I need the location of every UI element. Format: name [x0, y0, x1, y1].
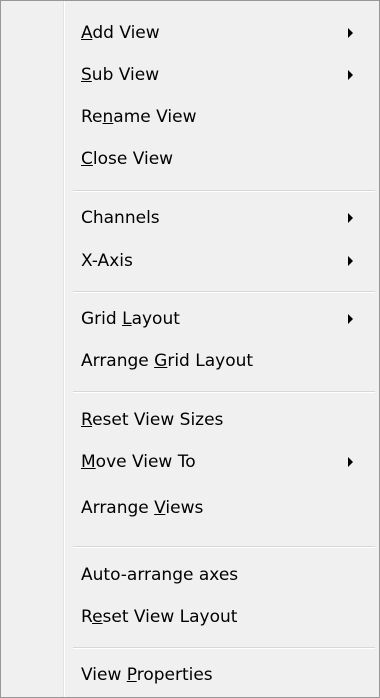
menu-item-label: Rename View	[81, 107, 197, 127]
menu-item-label: Auto-arrange axes	[81, 565, 239, 585]
submenu-arrow-icon	[348, 457, 353, 467]
menu-item-channels[interactable]: Channels	[65, 198, 379, 238]
menu-item-label: Arrange Grid Layout	[81, 351, 254, 371]
menu-separator	[73, 190, 375, 192]
submenu-arrow-icon	[348, 28, 353, 38]
menu-icon-gutter	[1, 1, 63, 697]
menu-item-sub-view[interactable]: Sub View	[65, 55, 379, 95]
menu-item-auto-arrange-axes[interactable]: Auto-arrange axes	[65, 555, 379, 595]
menu-item-arrange-views[interactable]: Arrange Views	[65, 488, 379, 528]
menu-item-arrange-grid-layout[interactable]: Arrange Grid Layout	[65, 341, 379, 381]
menu-item-label: X-Axis	[81, 251, 133, 271]
menu-item-move-view-to[interactable]: Move View To	[65, 442, 379, 482]
menu-item-label: Arrange Views	[81, 498, 204, 518]
menu-item-label: Grid Layout	[81, 309, 180, 329]
submenu-arrow-icon	[348, 256, 353, 266]
menu-item-label: Close View	[81, 149, 174, 169]
menu-separator	[73, 546, 375, 548]
menu-item-view-properties[interactable]: View Properties	[65, 655, 379, 695]
menu-separator	[73, 391, 375, 393]
menu-items: Add View Sub View Rename View Close View…	[65, 1, 379, 697]
menu-item-add-view[interactable]: Add View	[65, 13, 379, 53]
menu-separator	[73, 647, 375, 649]
menu-item-label: Channels	[81, 208, 160, 228]
menu-item-rename-view[interactable]: Rename View	[65, 97, 379, 137]
context-menu: Add View Sub View Rename View Close View…	[0, 0, 380, 698]
submenu-arrow-icon	[348, 314, 353, 324]
menu-item-label: Move View To	[81, 452, 196, 472]
menu-item-close-view[interactable]: Close View	[65, 139, 379, 179]
menu-item-label: Reset View Sizes	[81, 410, 224, 430]
menu-item-grid-layout[interactable]: Grid Layout	[65, 299, 379, 339]
menu-item-label: Sub View	[81, 65, 160, 85]
menu-item-label: View Properties	[81, 665, 213, 685]
menu-item-reset-view-layout[interactable]: Reset View Layout	[65, 597, 379, 637]
menu-item-label: Reset View Layout	[81, 607, 238, 627]
submenu-arrow-icon	[348, 213, 353, 223]
menu-item-label: Add View	[81, 23, 160, 43]
menu-item-x-axis[interactable]: X-Axis	[65, 241, 379, 281]
submenu-arrow-icon	[348, 70, 353, 80]
menu-item-reset-view-sizes[interactable]: Reset View Sizes	[65, 400, 379, 440]
menu-separator	[73, 291, 375, 293]
